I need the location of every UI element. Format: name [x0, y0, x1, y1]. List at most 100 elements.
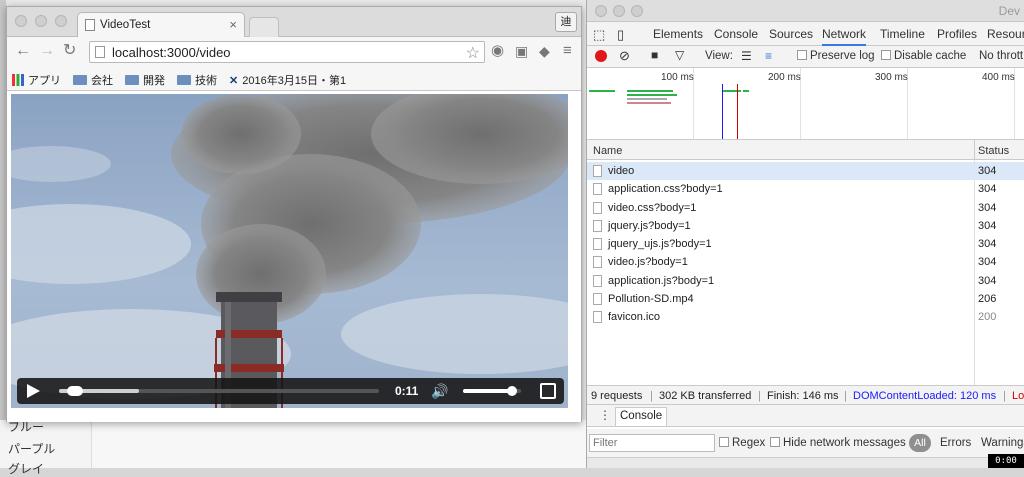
- table-row[interactable]: video.css?body=1 304: [587, 199, 1024, 217]
- waterfall-bar: [627, 102, 671, 104]
- bookmark-label: 技術: [195, 75, 217, 87]
- drawer-tabbar: ⋮ Console: [587, 405, 1024, 427]
- tab-resources[interactable]: Resour: [987, 27, 1024, 41]
- camera-icon[interactable]: ■: [651, 48, 658, 62]
- bookmark-folder-company[interactable]: 会社: [73, 72, 113, 88]
- folder-icon: [177, 75, 191, 85]
- bookmark-folder-tech[interactable]: 技術: [177, 72, 217, 88]
- new-tab-button[interactable]: [249, 17, 279, 37]
- bookmark-label: 会社: [91, 75, 113, 87]
- column-name[interactable]: Name: [593, 145, 622, 157]
- filter-errors-button[interactable]: Errors: [940, 437, 971, 449]
- forward-arrow-icon[interactable]: →: [39, 43, 55, 59]
- tab-profiles[interactable]: Profiles: [937, 27, 977, 41]
- table-row[interactable]: application.css?body=1 304: [587, 180, 1024, 198]
- close-window-button[interactable]: [595, 5, 607, 17]
- tab-close-icon[interactable]: ×: [229, 17, 237, 32]
- column-status[interactable]: Status: [978, 145, 1009, 157]
- bookmark-star-icon[interactable]: ☆: [466, 43, 480, 63]
- request-status: 304: [978, 274, 997, 287]
- back-arrow-icon[interactable]: ←: [15, 43, 31, 59]
- summary-transferred: 302 KB transferred: [659, 390, 752, 402]
- file-icon: [593, 238, 602, 251]
- volume-icon[interactable]: 🔊: [431, 383, 448, 400]
- sidebar-item-purple[interactable]: パープル: [8, 440, 55, 457]
- browser-toolbar: ← → ↻ localhost:3000/video ☆ ◉ ▣ ◆ ≡: [7, 37, 581, 67]
- table-row[interactable]: jquery.js?body=1 304: [587, 217, 1024, 235]
- folder-icon: [73, 75, 87, 85]
- request-status: 304: [978, 201, 997, 214]
- horizontal-scrollbar[interactable]: [587, 457, 1024, 468]
- summary-requests: 9 requests: [591, 390, 643, 402]
- list-view-icon[interactable]: ☰: [741, 49, 752, 63]
- request-name: video.css?body=1: [608, 201, 697, 214]
- tab-timeline[interactable]: Timeline: [880, 27, 925, 41]
- tab-sources[interactable]: Sources: [769, 27, 813, 41]
- page-icon: [95, 46, 105, 58]
- bookmark-date[interactable]: ✕ 2016年3月15日・第1: [229, 72, 346, 88]
- compass-icon[interactable]: ◉: [491, 43, 504, 59]
- view-label: View:: [705, 50, 733, 62]
- file-icon: [593, 201, 602, 214]
- volume-handle[interactable]: [507, 386, 518, 396]
- extension-icon[interactable]: ▣: [515, 43, 528, 59]
- video-controls: 0:11 🔊: [17, 378, 564, 404]
- preserve-log-checkbox[interactable]: Preserve log: [797, 50, 875, 62]
- table-row[interactable]: video 304: [587, 162, 1024, 181]
- filter-warnings-button[interactable]: Warnings: [981, 437, 1024, 449]
- play-button[interactable]: [27, 384, 40, 398]
- filter-input[interactable]: [589, 434, 715, 452]
- tab-elements[interactable]: Elements: [653, 27, 703, 41]
- inspect-element-icon[interactable]: ⬚: [593, 27, 605, 43]
- reload-icon[interactable]: ↻: [63, 43, 76, 59]
- table-row[interactable]: video.js?body=1 304: [587, 253, 1024, 271]
- address-bar[interactable]: localhost:3000/video ☆: [89, 41, 485, 63]
- minimize-window-button[interactable]: [35, 15, 47, 27]
- menu-icon[interactable]: ≡: [563, 43, 572, 59]
- throttle-select[interactable]: No thrott: [979, 50, 1023, 62]
- seek-bar[interactable]: [59, 386, 379, 396]
- file-icon: [593, 219, 602, 232]
- url-text[interactable]: localhost:3000/video: [112, 45, 231, 60]
- checkbox-box: [719, 437, 729, 447]
- minimize-window-button[interactable]: [613, 5, 625, 17]
- waterfall-bar: [589, 90, 615, 92]
- video-player[interactable]: 0:11 🔊: [11, 94, 568, 408]
- filter-all-button[interactable]: All: [909, 434, 931, 452]
- hide-network-checkbox[interactable]: Hide network messages: [770, 437, 906, 449]
- disable-cache-checkbox[interactable]: Disable cache: [881, 50, 966, 62]
- checkbox-label: Regex: [732, 437, 766, 449]
- load-line: [737, 84, 738, 139]
- tab-console[interactable]: Console: [714, 27, 758, 41]
- filter-icon[interactable]: ▽: [675, 48, 684, 62]
- drawer-menu-icon[interactable]: ⋮: [599, 408, 611, 422]
- tab-videotest[interactable]: VideoTest ×: [77, 12, 245, 37]
- table-row[interactable]: jquery_ujs.js?body=1 304: [587, 235, 1024, 253]
- zoom-window-button[interactable]: [55, 15, 67, 27]
- waterfall-view-icon[interactable]: ≡: [765, 49, 772, 63]
- profile-button[interactable]: 迪: [555, 12, 577, 32]
- clear-icon[interactable]: ⊘: [619, 48, 630, 64]
- device-mode-icon[interactable]: ▯: [617, 27, 624, 43]
- fullscreen-icon[interactable]: [540, 383, 556, 399]
- summary-finish: Finish: 146 ms: [767, 390, 839, 402]
- table-row[interactable]: application.js?body=1 304: [587, 272, 1024, 290]
- bookmark-folder-dev[interactable]: 開発: [125, 72, 165, 88]
- record-button[interactable]: [595, 50, 607, 62]
- drawer-tab-console[interactable]: Console: [615, 407, 668, 426]
- bookmark-apps[interactable]: アプリ: [12, 72, 61, 88]
- bookmark-label: 開発: [143, 75, 165, 87]
- extension-bird-icon[interactable]: ◆: [539, 43, 550, 59]
- request-name: application.css?body=1: [608, 183, 723, 196]
- seek-handle[interactable]: [67, 386, 83, 396]
- network-toolbar: ⊘ ■ ▽ View: ☰ ≡ Preserve log Disable cac…: [587, 46, 1024, 68]
- tick-label: 300 ms: [875, 72, 908, 83]
- regex-checkbox[interactable]: Regex: [719, 437, 765, 449]
- table-row[interactable]: Pollution-SD.mp4 206: [587, 290, 1024, 308]
- volume-slider[interactable]: [463, 386, 521, 396]
- close-window-button[interactable]: [15, 15, 27, 27]
- zoom-window-button[interactable]: [631, 5, 643, 17]
- tab-network[interactable]: Network: [822, 27, 867, 46]
- sidebar-item-gray[interactable]: グレイ: [8, 460, 44, 477]
- table-row[interactable]: favicon.ico 200: [587, 308, 1024, 326]
